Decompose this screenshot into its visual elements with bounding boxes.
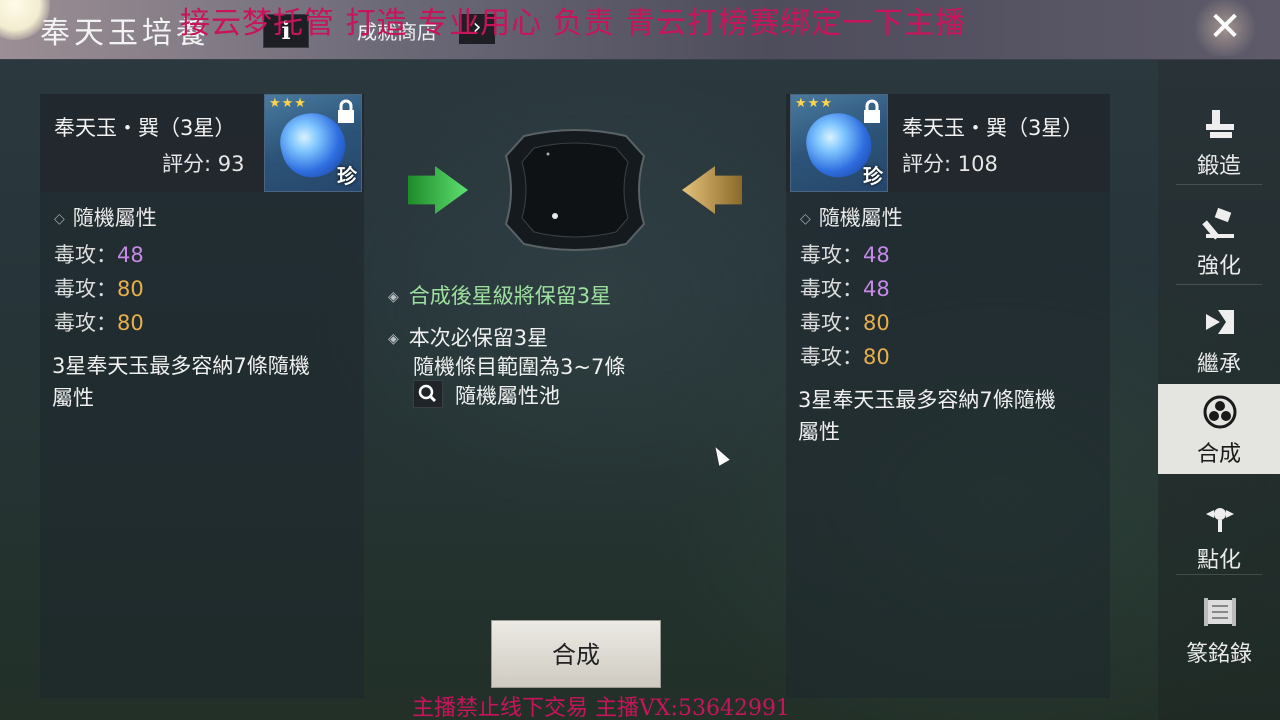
diamond-icon: ◈: [388, 289, 399, 305]
range-hint: 隨機條目範圍為3~7條: [413, 355, 626, 379]
nav-divider: [1176, 574, 1262, 575]
right-item-name: 奉天玉・巽（3星）: [902, 116, 1084, 140]
right-item-header: ★★★ 珍 奉天玉・巽（3星） 評分: 108: [786, 94, 1110, 192]
nav-label: 點化: [1196, 548, 1241, 573]
diamond-icon: ◇: [54, 211, 65, 227]
guarantee-hint: ◈ 本次必保留3星: [388, 326, 549, 350]
star-retain-hint: ◈ 合成後星級將保留3星: [388, 284, 612, 308]
close-button[interactable]: ✕: [1190, 0, 1260, 56]
nav-label: 鍛造: [1196, 154, 1241, 179]
right-attr-row: 毒攻：48: [800, 277, 890, 301]
diamond-icon: ◈: [388, 331, 399, 347]
nav-item-inscription-record[interactable]: 篆銘錄: [1158, 584, 1280, 674]
right-item-icon[interactable]: ★★★ 珍: [790, 94, 888, 192]
nav-label: 繼承: [1196, 352, 1241, 377]
rarity-badge: 珍: [337, 164, 357, 188]
lock-icon: [861, 99, 883, 125]
combine-button[interactable]: 合成: [491, 620, 661, 688]
nav-item-combine[interactable]: 合成: [1158, 384, 1280, 474]
scroll-icon: [1202, 594, 1238, 630]
nav-divider: [1176, 184, 1262, 185]
anvil-icon: [1202, 106, 1238, 142]
stream-overlay-top: 接云梦托管 打造 专业用心 负责 青云打榜赛绑定一下主播: [180, 6, 967, 41]
nav-label: 合成: [1196, 442, 1241, 467]
nav-item-inherit[interactable]: 繼承: [1158, 294, 1280, 384]
left-section-title: ◇ 隨機屬性: [54, 206, 157, 230]
nav-label: 篆銘錄: [1185, 642, 1252, 667]
nav-item-forge[interactable]: 鍛造: [1158, 96, 1280, 186]
stream-overlay-bottom: 主播禁止线下交易 主播VX:53642991: [412, 696, 790, 720]
nav-divider: [1176, 284, 1262, 285]
rarity-badge: 珍: [863, 164, 883, 188]
left-item-panel: 奉天玉・巽（3星） 評分: 93 ★★★ 珍 ◇ 隨機屬性 毒攻：48 毒攻：80…: [40, 94, 364, 698]
right-attr-row: 毒攻：80: [800, 311, 890, 335]
right-section-title: ◇ 隨機屬性: [800, 206, 903, 230]
right-attr-row: 毒攻：80: [800, 345, 890, 369]
arrow-left-icon: [682, 166, 742, 214]
nav-item-enhance[interactable]: 強化: [1158, 196, 1280, 286]
lock-icon: [335, 99, 357, 125]
right-capacity-note: 3星奉天玉最多容納7條隨機 屬性: [798, 388, 1056, 444]
star-rating: ★★★: [795, 96, 833, 111]
left-item-icon[interactable]: ★★★ 珍: [264, 94, 362, 192]
left-item-score: 評分: 93: [162, 152, 245, 176]
diamond-icon: ◇: [800, 211, 811, 227]
right-item-panel: ★★★ 珍 奉天玉・巽（3星） 評分: 108 ◇ 隨機屬性 毒攻：48 毒攻：4…: [786, 94, 1110, 698]
left-item-name: 奉天玉・巽（3星）: [54, 116, 236, 140]
nav-item-enlighten[interactable]: 點化: [1158, 490, 1280, 580]
left-attr-row: 毒攻：80: [54, 311, 144, 335]
inherit-icon: [1202, 304, 1238, 340]
attribute-pool-link[interactable]: 隨機屬性池: [455, 380, 560, 410]
right-item-score: 評分: 108: [902, 152, 998, 176]
arrow-right-icon: [408, 166, 468, 214]
combine-icon: [1202, 394, 1238, 430]
left-item-header: 奉天玉・巽（3星） 評分: 93 ★★★ 珍: [40, 94, 364, 192]
left-capacity-note: 3星奉天玉最多容納7條隨機 屬性: [52, 354, 310, 410]
right-attr-row: 毒攻：48: [800, 243, 890, 267]
left-attr-row: 毒攻：80: [54, 277, 144, 301]
search-icon[interactable]: [413, 380, 443, 408]
star-rating: ★★★: [269, 96, 307, 111]
left-attr-row: 毒攻：48: [54, 243, 144, 267]
combine-result-slot[interactable]: [494, 128, 656, 252]
hammer-icon: [1202, 206, 1238, 242]
cursor-icon: [710, 444, 730, 466]
enlighten-icon: [1202, 500, 1238, 536]
nav-label: 強化: [1196, 254, 1241, 279]
